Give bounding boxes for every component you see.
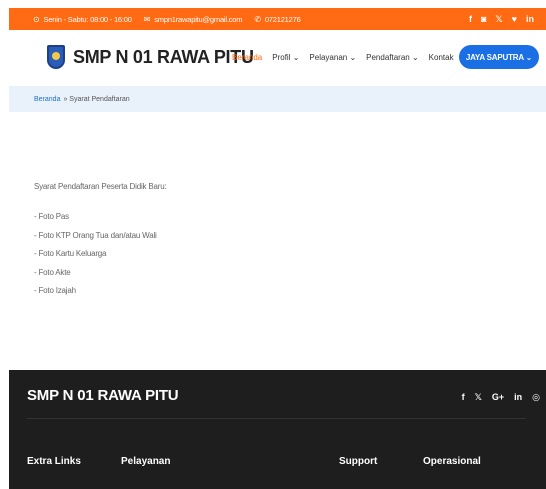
list-item: - Foto KTP Orang Tua dan/atau Wali bbox=[34, 230, 157, 240]
linkedin-icon[interactable]: in bbox=[526, 14, 534, 24]
nav-beranda[interactable]: Beranda bbox=[232, 53, 262, 62]
clock-icon: ⊙ bbox=[33, 14, 40, 24]
instagram-icon[interactable]: ◙ bbox=[481, 14, 486, 24]
site-footer: SMP N 01 RAWA PITU f 𝕏 G+ in ◎ Extra Lin… bbox=[9, 370, 546, 489]
footer-heading-pelayanan: Pelayanan bbox=[121, 456, 171, 467]
site-header: SMP N 01 RAWA PITU Beranda Profil ⌄ Pela… bbox=[9, 30, 546, 86]
footer-heading-operasional: Operasional bbox=[423, 456, 481, 467]
instagram-icon[interactable]: ◎ bbox=[532, 392, 540, 403]
google-plus-icon[interactable]: G+ bbox=[492, 392, 504, 403]
twitter-icon[interactable]: 𝕏 bbox=[475, 392, 482, 403]
list-item: - Foto Pas bbox=[34, 212, 69, 221]
site-brand[interactable]: SMP N 01 RAWA PITU bbox=[73, 47, 254, 68]
facebook-icon[interactable]: f bbox=[469, 14, 472, 24]
facebook-icon[interactable]: f bbox=[462, 392, 465, 403]
nav-kontak[interactable]: Kontak bbox=[429, 53, 454, 62]
list-item: - Foto Izajah bbox=[34, 286, 76, 295]
footer-social-links: f 𝕏 G+ in ◎ bbox=[462, 392, 540, 403]
requirements-intro: Syarat Pendaftaran Peserta Didik Baru: bbox=[34, 182, 167, 191]
main-nav: Beranda Profil ⌄ Pelayanan ⌄ Pendaftaran… bbox=[232, 53, 454, 62]
phone-contact[interactable]: ✆ 072121276 bbox=[254, 15, 300, 24]
twitter-icon[interactable]: 𝕏 bbox=[495, 14, 502, 25]
footer-heading-extra-links: Extra Links bbox=[27, 456, 81, 467]
footer-brand: SMP N 01 RAWA PITU bbox=[27, 387, 179, 404]
page-content: Syarat Pendaftaran Peserta Didik Baru: -… bbox=[34, 182, 514, 305]
footer-divider bbox=[27, 418, 526, 419]
nav-profil[interactable]: Profil ⌄ bbox=[272, 53, 299, 62]
page: ⊙ Senin - Sabtu: 08:00 - 16:00 ✉ smpn1ra… bbox=[0, 0, 546, 489]
list-item: - Foto Kartu Keluarga bbox=[34, 249, 107, 258]
phone-text[interactable]: 072121276 bbox=[265, 15, 301, 24]
list-item: - Foto Akte bbox=[34, 267, 71, 277]
breadcrumb-current: » Syarat Pendaftaran bbox=[63, 95, 130, 103]
school-logo-icon[interactable] bbox=[47, 45, 65, 69]
nav-pendaftaran[interactable]: Pendaftaran ⌄ bbox=[366, 53, 419, 62]
footer-heading-support: Support bbox=[339, 456, 378, 467]
phone-icon: ✆ bbox=[254, 14, 261, 24]
breadcrumb: Beranda » Syarat Pendaftaran bbox=[9, 86, 546, 112]
office-hours: ⊙ Senin - Sabtu: 08:00 - 16:00 bbox=[33, 15, 132, 24]
nav-pelayanan[interactable]: Pelayanan ⌄ bbox=[309, 53, 356, 62]
user-menu-button[interactable]: JAYA SAPUTRA ⌄ bbox=[459, 45, 539, 69]
email-contact[interactable]: ✉ smpn1rawapitu@gmail.com bbox=[144, 15, 243, 24]
email-text[interactable]: smpn1rawapitu@gmail.com bbox=[154, 15, 242, 24]
mail-icon: ✉ bbox=[143, 14, 151, 24]
top-info-bar: ⊙ Senin - Sabtu: 08:00 - 16:00 ✉ smpn1ra… bbox=[9, 8, 546, 30]
top-social-links: f ◙ 𝕏 ♥ in bbox=[469, 14, 546, 25]
linkedin-icon[interactable]: in bbox=[514, 392, 522, 403]
breadcrumb-home-link[interactable]: Beranda bbox=[34, 96, 60, 103]
office-hours-text: Senin - Sabtu: 08:00 - 16:00 bbox=[43, 14, 132, 24]
vimeo-icon[interactable]: ♥ bbox=[512, 14, 517, 24]
